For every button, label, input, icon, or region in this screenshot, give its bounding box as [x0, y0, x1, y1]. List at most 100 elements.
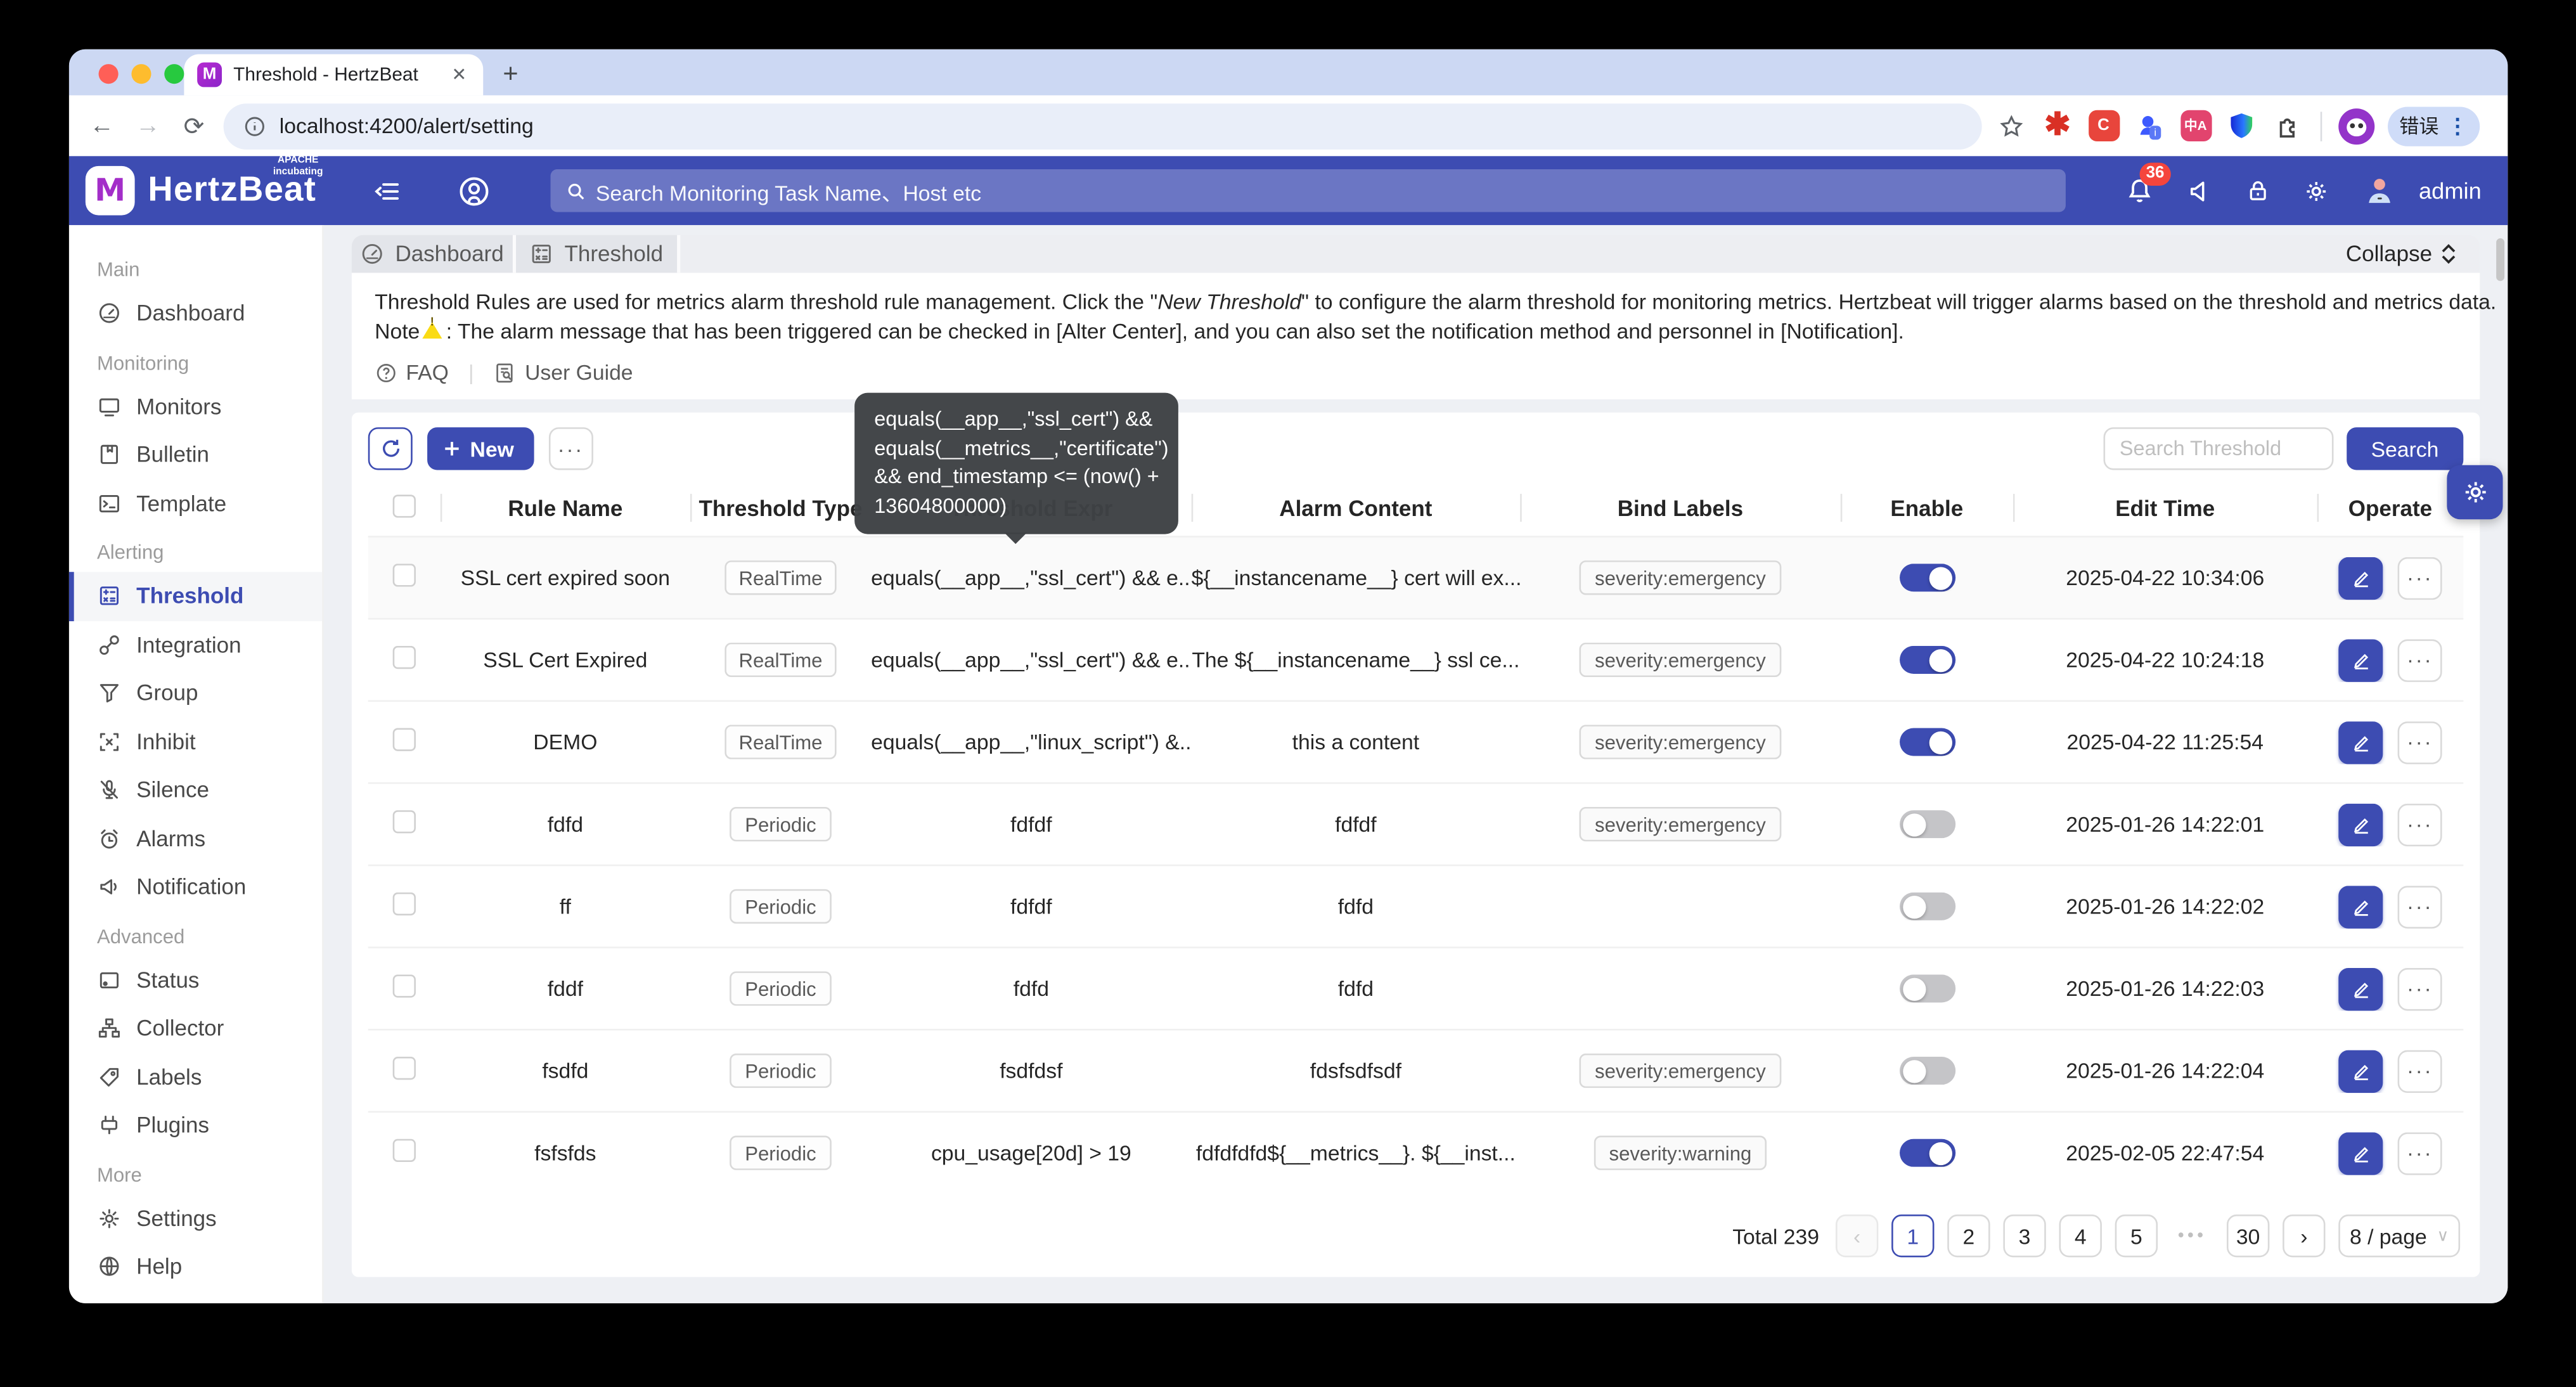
tab-dashboard[interactable]: Dashboard — [352, 235, 516, 273]
sidebar-item-threshold[interactable]: Threshold — [69, 572, 322, 620]
user-avatar[interactable] — [2361, 172, 2397, 209]
page-button-5[interactable]: 5 — [2115, 1215, 2158, 1257]
enable-toggle[interactable] — [1899, 646, 1955, 674]
row-more-button[interactable]: ··· — [2398, 803, 2442, 845]
close-window-button[interactable] — [99, 64, 119, 84]
enable-toggle[interactable] — [1899, 1139, 1955, 1167]
reload-icon[interactable]: ⟳ — [177, 111, 210, 141]
select-all-checkbox[interactable] — [393, 494, 416, 517]
user-guide-link[interactable]: User Guide — [494, 360, 633, 385]
row-checkbox[interactable] — [393, 646, 416, 669]
back-icon[interactable]: ← — [86, 112, 119, 139]
github-icon[interactable] — [456, 174, 491, 208]
announcement-icon[interactable] — [2186, 177, 2213, 205]
edit-button[interactable] — [2338, 1132, 2383, 1174]
extension-shield-icon[interactable] — [2225, 109, 2258, 142]
extension-translate-icon[interactable]: 中A — [2179, 109, 2212, 142]
maximize-window-button[interactable] — [164, 64, 184, 84]
hertzbeat-logo[interactable]: M — [86, 166, 135, 216]
row-checkbox[interactable] — [393, 728, 416, 751]
sidebar-item-bulletin[interactable]: Bulletin — [69, 430, 322, 479]
lock-icon[interactable] — [2244, 177, 2270, 203]
enable-toggle[interactable] — [1899, 564, 1955, 591]
more-actions-button[interactable]: ··· — [548, 427, 593, 470]
row-more-button[interactable]: ··· — [2398, 721, 2442, 763]
bookmark-star-icon[interactable] — [1995, 109, 2028, 142]
sidebar-item-settings[interactable]: Settings — [69, 1194, 322, 1242]
sidebar-item-inhibit[interactable]: Inhibit — [69, 718, 322, 766]
tab-close-icon[interactable]: ✕ — [448, 64, 470, 86]
edit-button[interactable] — [2338, 638, 2383, 681]
page-button-2[interactable]: 2 — [1947, 1215, 1990, 1257]
extension-c-icon[interactable]: C — [2087, 109, 2120, 142]
row-more-button[interactable]: ··· — [2398, 1049, 2442, 1092]
edit-button[interactable] — [2338, 557, 2383, 599]
row-checkbox[interactable] — [393, 974, 416, 997]
edit-button[interactable] — [2338, 885, 2383, 927]
faq-link[interactable]: FAQ — [375, 360, 449, 385]
sidebar-item-help[interactable]: Help — [69, 1242, 322, 1291]
enable-toggle[interactable] — [1899, 1057, 1955, 1085]
row-more-button[interactable]: ··· — [2398, 638, 2442, 681]
next-page-button[interactable]: › — [2283, 1215, 2325, 1257]
row-checkbox[interactable] — [393, 1139, 416, 1162]
row-checkbox[interactable] — [393, 564, 416, 586]
page-button-30[interactable]: 30 — [2227, 1215, 2269, 1257]
browser-menu-icon[interactable]: ⋮ — [2447, 113, 2468, 139]
row-more-button[interactable]: ··· — [2398, 885, 2442, 927]
enable-toggle[interactable] — [1899, 810, 1955, 838]
sidebar-item-group[interactable]: Group — [69, 669, 322, 717]
refresh-button[interactable] — [368, 427, 413, 470]
new-tab-button[interactable]: + — [503, 61, 518, 91]
page-button-4[interactable]: 4 — [2059, 1215, 2102, 1257]
prev-page-button[interactable]: ‹ — [1836, 1215, 1878, 1257]
page-button-1[interactable]: 1 — [1891, 1215, 1934, 1257]
username-text[interactable]: admin — [2419, 177, 2482, 203]
minimize-window-button[interactable] — [131, 64, 151, 84]
notifications-bell-icon[interactable]: 36 — [2125, 176, 2154, 205]
collapse-toggle[interactable]: Collapse — [2346, 235, 2480, 273]
enable-toggle[interactable] — [1899, 974, 1955, 1002]
sidebar-item-status[interactable]: Status — [69, 956, 322, 1004]
sidebar-item-monitors[interactable]: Monitors — [69, 382, 322, 430]
edit-button[interactable] — [2338, 1049, 2383, 1092]
sidebar-item-alarms[interactable]: Alarms — [69, 815, 322, 863]
global-search-input[interactable]: Search Monitoring Task Name、Host etc — [550, 169, 2065, 212]
sidebar-item-dashboard[interactable]: Dashboard — [69, 289, 322, 337]
page-scrollbar-thumb[interactable] — [2496, 238, 2504, 281]
sidebar-item-silence[interactable]: Silence — [69, 766, 322, 814]
sidebar-item-labels[interactable]: Labels — [69, 1053, 322, 1101]
edit-button[interactable] — [2338, 967, 2383, 1010]
browser-tab[interactable]: M Threshold - HertzBeat ✕ — [184, 55, 483, 96]
row-checkbox[interactable] — [393, 810, 416, 833]
sidebar-item-integration[interactable]: Integration — [69, 621, 322, 669]
enable-toggle[interactable] — [1899, 893, 1955, 920]
extension-flower-icon[interactable]: ✱ — [2041, 109, 2074, 142]
threshold-search-input[interactable] — [2103, 427, 2333, 470]
sidebar-item-template[interactable]: Template — [69, 479, 322, 527]
browser-profile-avatar[interactable] — [2338, 108, 2374, 144]
table-settings-button[interactable] — [2447, 465, 2502, 520]
browser-profile-pill[interactable]: 错误 ⋮ — [2388, 106, 2480, 145]
page-button-3[interactable]: 3 — [2003, 1215, 2045, 1257]
address-bar[interactable]: localhost:4200/alert/setting — [224, 103, 1982, 149]
sidebar-item-plugins[interactable]: Plugins — [69, 1101, 322, 1149]
menu-fold-icon[interactable] — [372, 177, 400, 205]
extensions-puzzle-icon[interactable] — [2271, 109, 2304, 142]
edit-button[interactable] — [2338, 721, 2383, 763]
row-more-button[interactable]: ··· — [2398, 1132, 2442, 1174]
search-button[interactable]: Search — [2347, 427, 2464, 470]
page-size-select[interactable]: 8 / page∨ — [2338, 1215, 2460, 1257]
settings-gear-icon[interactable] — [2302, 177, 2330, 205]
enable-toggle[interactable] — [1899, 728, 1955, 756]
new-threshold-button[interactable]: New — [427, 427, 534, 470]
extension-assistant-icon[interactable]: i — [2133, 109, 2166, 142]
edit-button[interactable] — [2338, 803, 2383, 845]
row-checkbox[interactable] — [393, 1057, 416, 1080]
tab-threshold[interactable]: Threshold — [516, 235, 680, 273]
row-more-button[interactable]: ··· — [2398, 967, 2442, 1010]
sidebar-item-notification[interactable]: Notification — [69, 863, 322, 911]
row-checkbox[interactable] — [393, 893, 416, 915]
row-more-button[interactable]: ··· — [2398, 557, 2442, 599]
forward-icon[interactable]: → — [131, 112, 164, 139]
